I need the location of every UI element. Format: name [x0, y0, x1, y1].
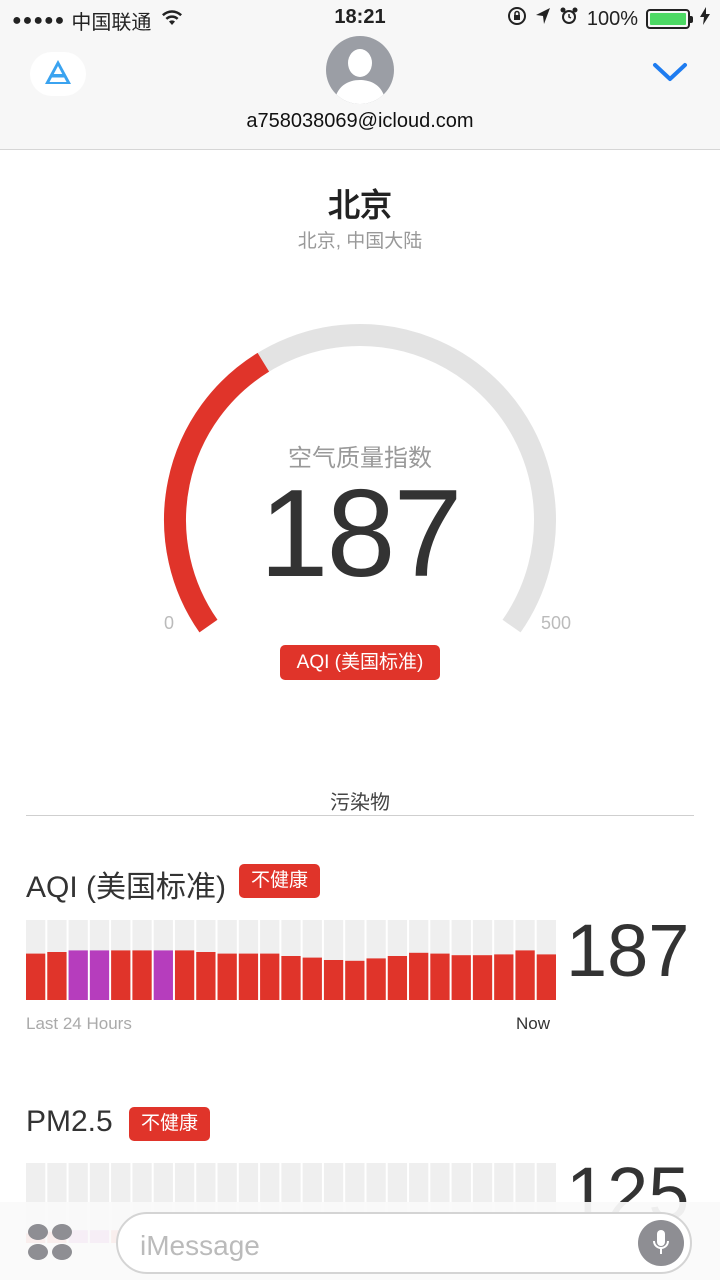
city-name: 北京 [327, 187, 392, 223]
appstore-icon [41, 55, 75, 94]
hourly-bar [345, 960, 365, 1000]
pollutant-name: PM2.5 [26, 1105, 113, 1138]
chevron-down-icon[interactable] [652, 60, 688, 89]
battery-level [650, 13, 686, 25]
contact-address[interactable]: a758038069@icloud.com [0, 110, 720, 133]
hourly-bar [323, 960, 344, 1000]
hourly-bar [451, 955, 471, 1000]
hourly-bar [68, 950, 88, 1000]
health-status-badge: 不健康 [239, 864, 321, 898]
rotation-lock-icon [507, 6, 527, 32]
location-arrow-icon [535, 7, 551, 31]
hourly-bar [472, 955, 493, 1000]
hourly-bar [366, 958, 386, 1000]
hourly-bar [26, 953, 46, 1000]
aqi-24h-bar-chart [26, 920, 556, 1000]
imessage-input[interactable]: iMessage [116, 1212, 692, 1274]
hourly-bar [430, 953, 450, 1000]
health-status-badge: 不健康 [129, 1107, 211, 1141]
status-bar: ●●●●● 中国联通 18:21 100% [0, 0, 720, 36]
section-divider [26, 815, 694, 816]
status-right: 100% [499, 6, 710, 32]
region-name: 北京, 中国大陆 [297, 231, 423, 252]
hourly-bar [196, 952, 216, 1000]
app-badge[interactable] [30, 52, 86, 96]
battery-percent: 100% [586, 7, 638, 30]
pollutants-heading: 污染物 [330, 792, 390, 814]
gauge-min-label: 0 [164, 613, 175, 633]
apps-grid-icon[interactable] [26, 1222, 74, 1262]
hourly-bar [153, 950, 173, 1000]
aqi-value: 187 [259, 465, 463, 603]
imessage-placeholder: iMessage [140, 1230, 260, 1261]
hourly-bar [494, 954, 514, 1000]
hourly-bar [536, 954, 556, 1000]
battery-icon [646, 9, 693, 29]
hourly-bar [47, 952, 67, 1000]
gauge-max-label: 500 [541, 613, 572, 633]
chart-range-label: Last 24 Hours [26, 1014, 132, 1033]
hourly-bar [515, 950, 535, 1000]
chart-now-label: Now [516, 1014, 551, 1033]
pollutant-value: 187 [566, 909, 690, 992]
charging-bolt-icon [700, 7, 710, 31]
hourly-bar [132, 950, 152, 1000]
hourly-bar [111, 950, 131, 1000]
hourly-bar [217, 953, 237, 1000]
pollutant-name: AQI (美国标准) [26, 871, 226, 904]
hourly-bar [174, 950, 195, 1000]
hourly-bar [409, 952, 429, 1000]
avatar[interactable] [326, 36, 394, 104]
pollutant-aqi[interactable]: AQI (美国标准) 不健康 187 Last 24 Hours Now [26, 862, 694, 1042]
message-input-bar: iMessage [0, 1202, 720, 1280]
conversation-header: a758038069@icloud.com [0, 36, 720, 150]
microphone-icon[interactable] [638, 1220, 684, 1266]
alarm-icon [559, 6, 579, 32]
hourly-bar [281, 956, 301, 1000]
hourly-bar [387, 956, 408, 1000]
hourly-bar [302, 957, 322, 1000]
hourly-bar [89, 950, 110, 1000]
hourly-bar [260, 953, 280, 1000]
aqi-standard-badge: AQI (美国标准) [280, 645, 440, 680]
person-silhouette-icon [334, 49, 386, 104]
hourly-bar [238, 953, 259, 1000]
